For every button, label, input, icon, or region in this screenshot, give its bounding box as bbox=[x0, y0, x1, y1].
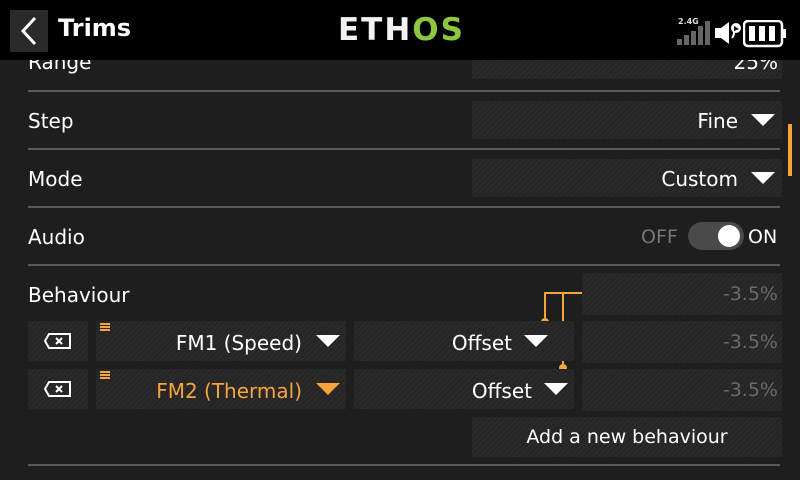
audio-toggle[interactable] bbox=[688, 222, 744, 250]
drag-handle-icon bbox=[100, 323, 110, 331]
logo-accent-text: OS bbox=[412, 12, 465, 48]
battery-icon bbox=[743, 20, 786, 48]
add-behaviour-label: Add a new behaviour bbox=[526, 426, 728, 448]
audio-label: Audio bbox=[28, 225, 85, 249]
divider bbox=[28, 90, 780, 92]
mode-label: Mode bbox=[28, 167, 83, 191]
divider bbox=[28, 148, 780, 150]
behaviour-type-value: Offset bbox=[451, 331, 512, 355]
ethos-logo: ETHOS bbox=[338, 12, 465, 48]
back-arrow-icon bbox=[20, 16, 37, 46]
behaviour-value: -3.5% bbox=[722, 379, 778, 401]
back-button[interactable] bbox=[10, 10, 48, 52]
scrollbar[interactable] bbox=[788, 124, 792, 176]
add-behaviour-button[interactable]: Add a new behaviour bbox=[472, 417, 782, 457]
audio-off-label: OFF bbox=[641, 226, 678, 248]
audio-on-label: ON bbox=[748, 226, 778, 248]
signal-bars-icon bbox=[677, 21, 710, 45]
toggle-knob bbox=[718, 225, 740, 247]
page-title: Trims bbox=[58, 14, 132, 42]
dropdown-arrow-icon bbox=[316, 383, 340, 395]
flight-mode-value: FM1 (Speed) bbox=[175, 331, 302, 355]
behaviour-value: -3.5% bbox=[722, 283, 778, 305]
dropdown-arrow-icon bbox=[751, 114, 775, 126]
mode-value: Custom bbox=[661, 167, 738, 191]
flight-mode-value-active: FM2 (Thermal) bbox=[156, 379, 302, 403]
dropdown-arrow-icon bbox=[751, 172, 775, 184]
delete-tag-icon bbox=[44, 381, 71, 397]
behaviour-value: -3.5% bbox=[722, 331, 778, 353]
behaviour-label: Behaviour bbox=[28, 283, 130, 307]
delete-tag-icon bbox=[44, 333, 71, 349]
step-label: Step bbox=[28, 109, 74, 133]
logo-text: ETH bbox=[338, 12, 413, 48]
step-value: Fine bbox=[697, 109, 738, 133]
dropdown-arrow-icon bbox=[544, 383, 568, 395]
drag-handle-icon bbox=[100, 371, 110, 379]
divider bbox=[28, 464, 780, 466]
dropdown-arrow-icon bbox=[316, 335, 340, 347]
header-bar: Trims ETHOS 2.4G bbox=[0, 0, 800, 60]
divider bbox=[28, 206, 780, 208]
behaviour-type-dropdown[interactable] bbox=[354, 369, 574, 409]
divider bbox=[28, 264, 780, 266]
speaker-icon bbox=[715, 22, 741, 44]
dropdown-arrow-icon bbox=[524, 335, 548, 347]
behaviour-type-value: Offset bbox=[471, 379, 532, 403]
